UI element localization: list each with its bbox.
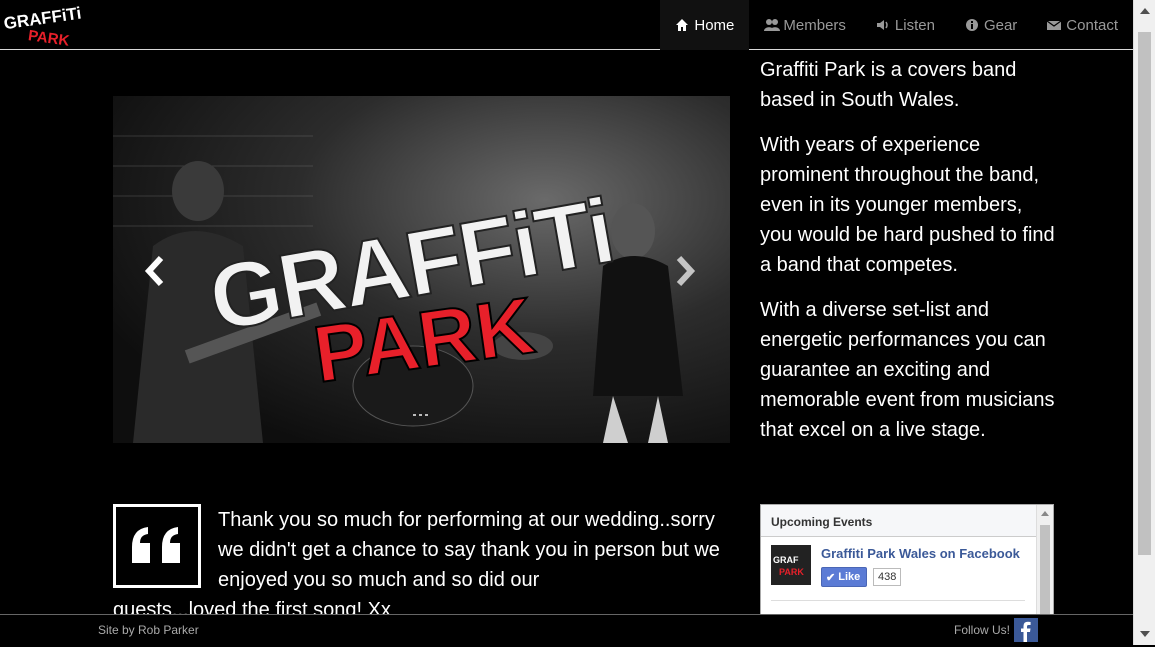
thumbs-up-icon: ✔ [826, 571, 836, 584]
nav-gear[interactable]: Gear [950, 0, 1032, 50]
page-thumbnail[interactable]: GRAF PARK [771, 545, 811, 585]
main-nav: Home Members Listen Gear Contact [660, 0, 1133, 50]
nav-home[interactable]: Home [660, 0, 750, 50]
page-scrollbar[interactable] [1133, 0, 1155, 645]
nav-gear-label: Gear [983, 16, 1018, 34]
about-paragraph: Graffiti Park is a covers band based in … [760, 59, 1017, 111]
volume-icon [876, 18, 890, 32]
like-count: 438 [873, 568, 902, 586]
nav-home-label: Home [694, 16, 735, 34]
widget-scrollbar[interactable] [1036, 505, 1053, 615]
quote-left-icon [113, 504, 201, 588]
info-circle-icon [965, 18, 979, 32]
nav-listen-label: Listen [894, 16, 935, 34]
svg-text:PARK: PARK [27, 27, 71, 46]
about-text: Graffiti Park is a covers band based in … [760, 55, 1060, 460]
carousel-next-button[interactable] [665, 246, 705, 296]
envelope-icon [1047, 18, 1062, 32]
carousel-indicators [413, 414, 428, 416]
navbar: GRAFFiTi PARK Home Members Listen Gear C… [0, 0, 1133, 50]
carousel-indicator[interactable] [413, 414, 416, 416]
svg-text:GRAF: GRAF [773, 555, 799, 565]
home-icon [675, 18, 689, 32]
nav-members[interactable]: Members [749, 0, 861, 50]
facebook-page-link[interactable]: Graffiti Park Wales on Facebook [821, 546, 1020, 561]
scroll-up-icon[interactable] [1041, 511, 1049, 516]
about-paragraph: With a diverse set-list and energetic pe… [760, 299, 1055, 441]
divider [771, 600, 1025, 601]
about-paragraph: With years of experience prominent throu… [760, 134, 1055, 276]
nav-contact[interactable]: Contact [1032, 0, 1133, 50]
widget-header: Upcoming Events [761, 505, 1053, 537]
chevron-left-icon [144, 255, 164, 287]
nav-members-label: Members [783, 16, 846, 34]
facebook-icon[interactable] [1014, 618, 1038, 642]
scroll-down-arrow-icon[interactable] [1140, 631, 1150, 637]
brand-logo[interactable]: GRAFFiTi PARK [2, 2, 90, 46]
testimonial-text: Thank you so much for performing at our … [218, 509, 720, 591]
site-credit: Site by Rob Parker [98, 623, 199, 637]
nav-listen[interactable]: Listen [861, 0, 950, 50]
users-icon [764, 18, 781, 32]
image-carousel: GRAFFiTi PARK [113, 96, 730, 443]
follow-label: Follow Us! [954, 623, 1011, 637]
like-button[interactable]: ✔ Like [821, 567, 868, 587]
like-label: Like [838, 571, 861, 583]
scroll-up-arrow-icon[interactable] [1140, 8, 1150, 14]
facebook-events-widget: Upcoming Events GRAF PARK Graffiti Park … [760, 504, 1054, 616]
band-photo: GRAFFiTi PARK [113, 96, 730, 443]
nav-contact-label: Contact [1066, 16, 1118, 34]
scroll-thumb[interactable] [1040, 525, 1050, 615]
svg-text:PARK: PARK [779, 567, 804, 577]
chevron-right-icon [676, 255, 696, 287]
footer: Site by Rob Parker Follow Us! [0, 614, 1133, 645]
carousel-prev-button[interactable] [135, 246, 175, 296]
carousel-indicator[interactable] [419, 414, 422, 416]
scroll-thumb[interactable] [1138, 32, 1151, 555]
carousel-indicator[interactable] [425, 414, 428, 416]
